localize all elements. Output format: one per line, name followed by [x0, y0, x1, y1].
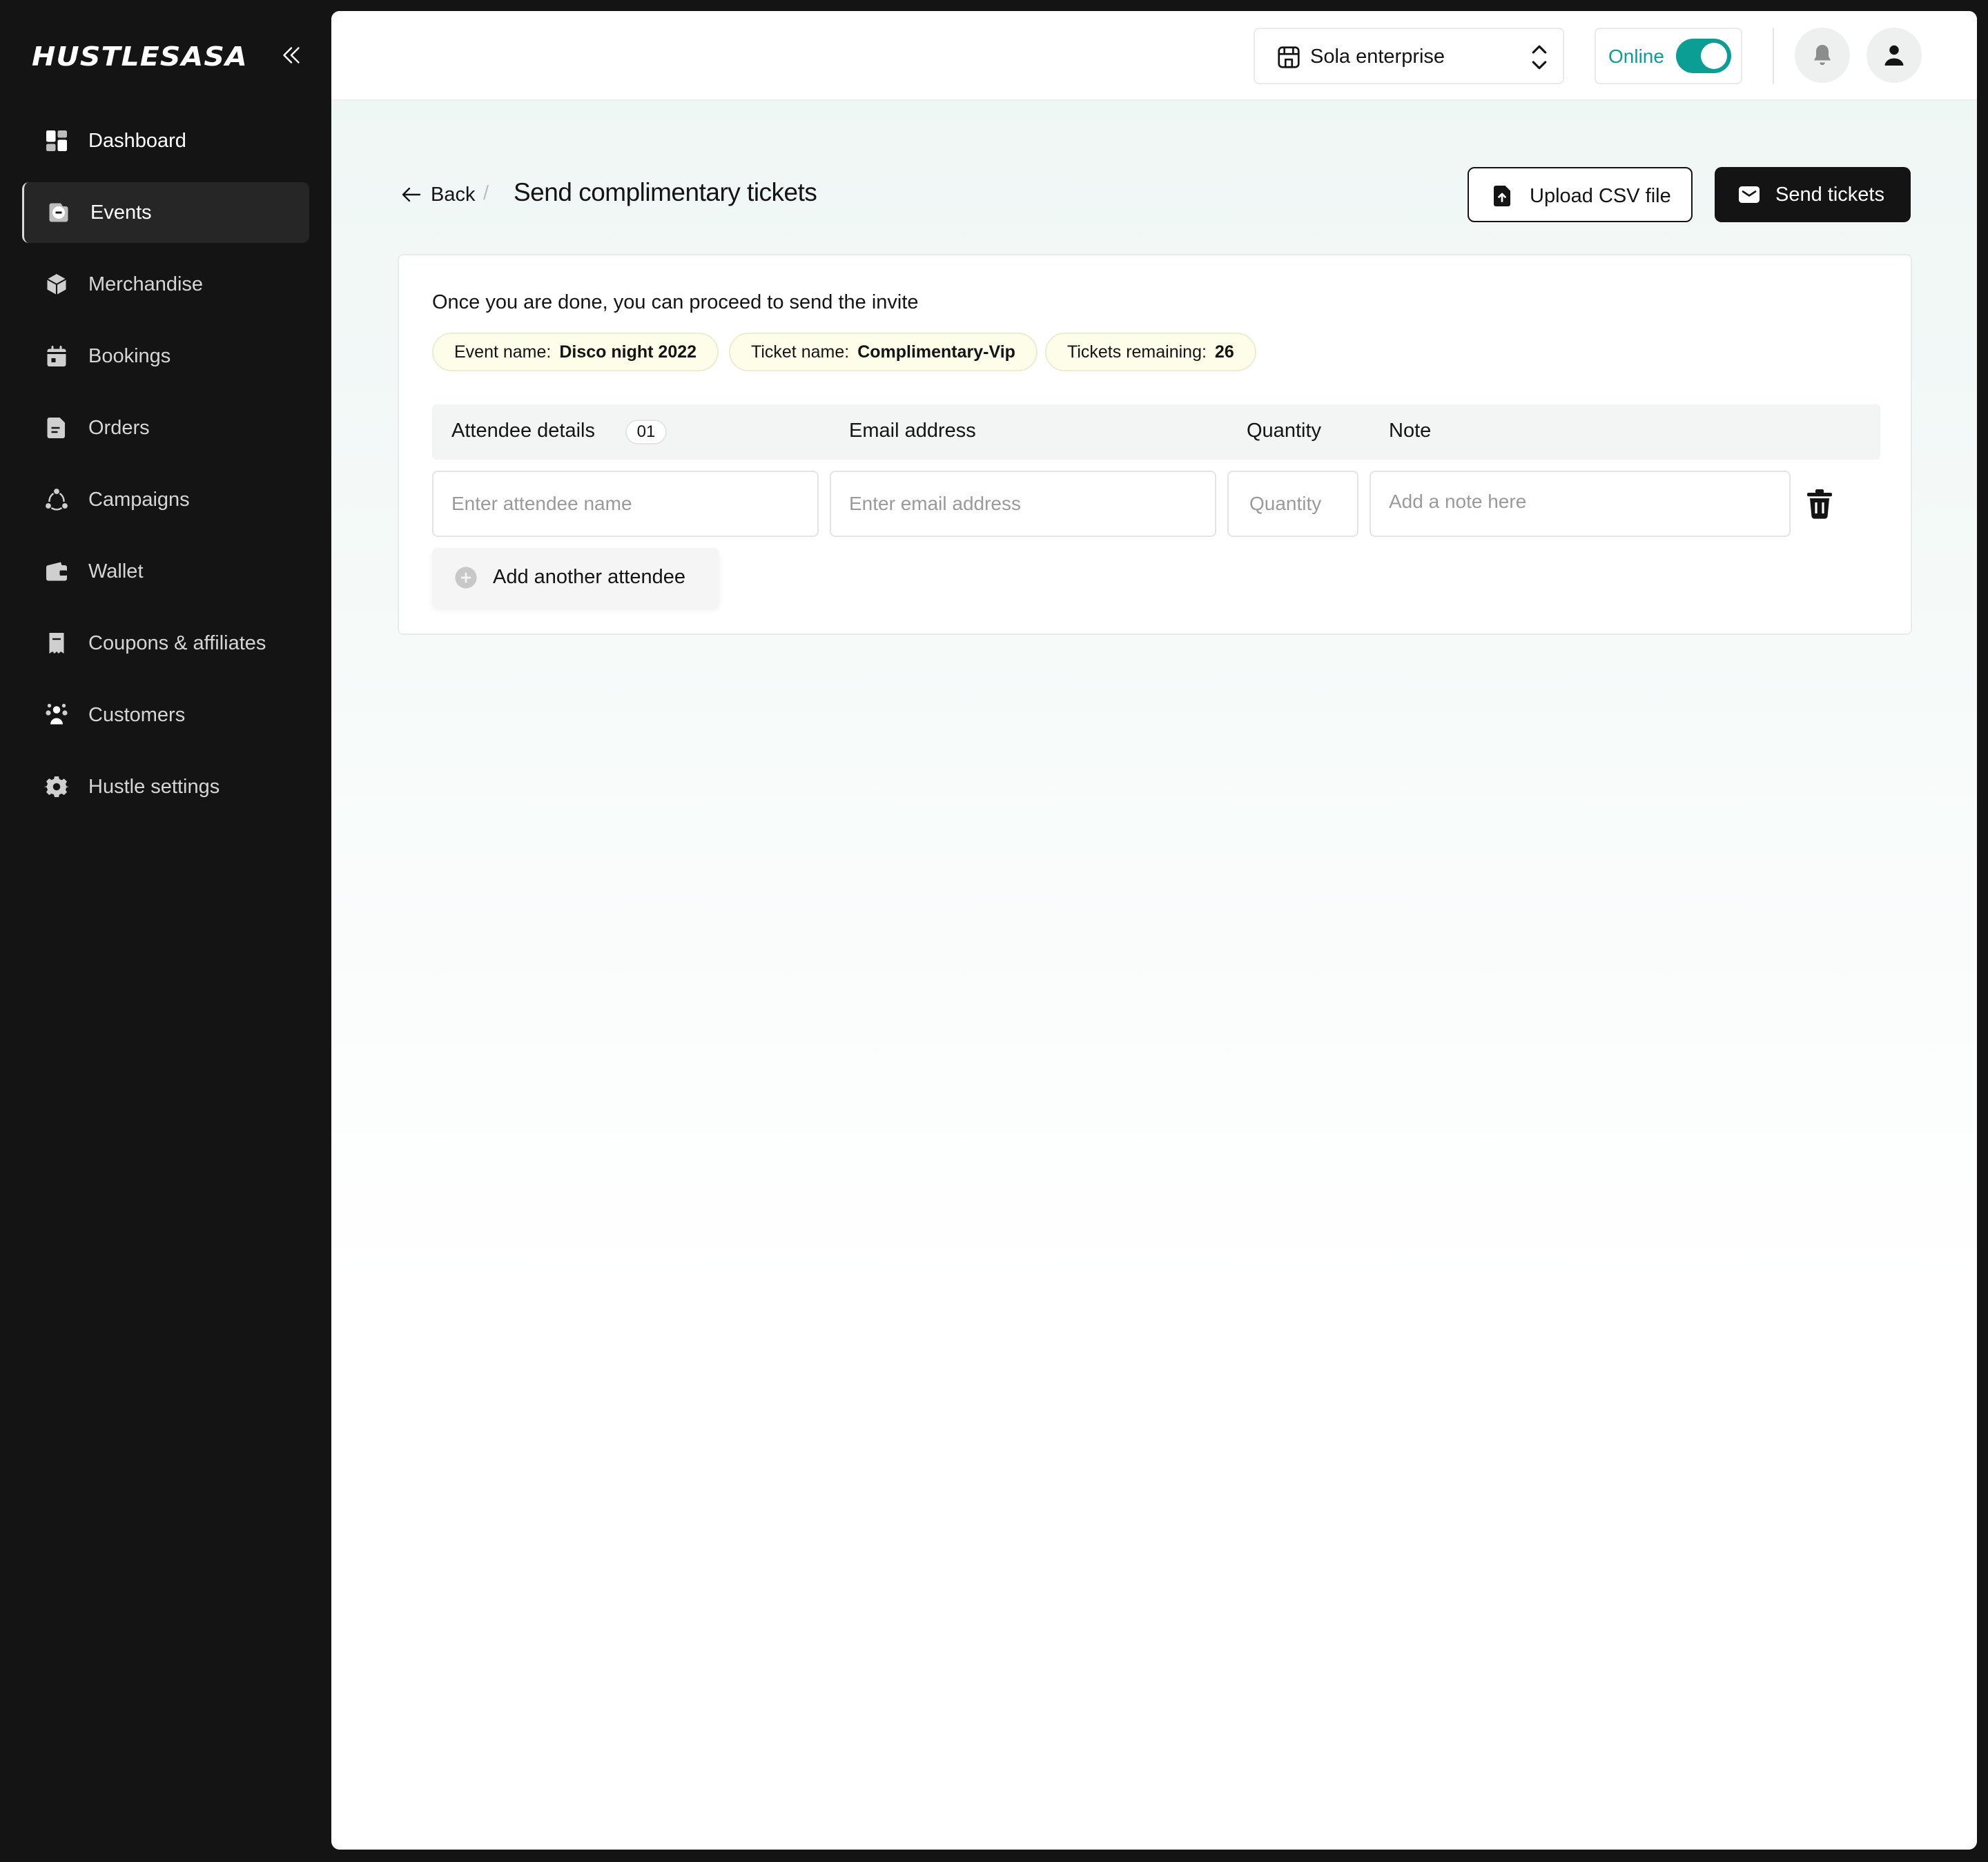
breadcrumb-separator: /	[483, 182, 489, 204]
card-intro: Once you are done, you can proceed to se…	[432, 291, 919, 313]
email-input[interactable]	[830, 471, 1216, 537]
sidebar-item-orders[interactable]: Orders	[22, 398, 309, 458]
campaigns-icon	[46, 489, 68, 511]
online-label: Online	[1608, 46, 1664, 67]
sidebar-item-label: Orders	[88, 416, 150, 439]
send-tickets-label: Send tickets	[1775, 184, 1884, 206]
sidebar-nav: Dashboard Events Merchandise Bookings Or…	[22, 110, 309, 828]
sidebar-item-label: Coupons & affiliates	[88, 631, 266, 654]
sidebar-item-label: Events	[90, 201, 152, 224]
add-attendee-button[interactable]: Add another attendee	[432, 548, 719, 607]
business-selector[interactable]: Sola enterprise	[1254, 28, 1564, 84]
sidebar-item-customers[interactable]: Customers	[22, 685, 309, 745]
store-icon	[1278, 46, 1300, 68]
send-tickets-button[interactable]: Send tickets	[1715, 167, 1911, 222]
topbar-divider	[1773, 28, 1774, 84]
sidebar-item-dashboard[interactable]: Dashboard	[22, 110, 309, 171]
sidebar-item-label: Merchandise	[88, 273, 204, 295]
logo: HUSTLESASA	[32, 41, 248, 72]
column-note: Note	[1389, 420, 1432, 442]
chip-key: Event name:	[454, 342, 552, 362]
notifications-button[interactable]	[1795, 28, 1850, 83]
settings-icon	[44, 776, 69, 797]
table-header: Attendee details 01 Email address Quanti…	[432, 404, 1880, 460]
sidebar-item-label: Dashboard	[88, 129, 186, 152]
chip-key: Tickets remaining:	[1067, 342, 1207, 362]
note-input[interactable]	[1370, 471, 1791, 537]
online-status: Online	[1595, 28, 1742, 84]
events-icon	[49, 203, 68, 222]
customers-icon	[46, 703, 68, 725]
chip-key: Ticket name:	[751, 342, 850, 362]
attendee-card: Once you are done, you can proceed to se…	[398, 254, 1912, 635]
upload-csv-label: Upload CSV file	[1530, 185, 1671, 207]
sidebar-item-label: Wallet	[88, 560, 144, 582]
chip-value: Complimentary-Vip	[857, 342, 1015, 362]
collapse-sidebar-icon[interactable]	[279, 43, 304, 68]
sidebar-item-campaigns[interactable]: Campaigns	[22, 469, 309, 530]
trash-icon[interactable]	[1803, 487, 1836, 520]
logo-row: HUSTLESASA	[32, 41, 308, 72]
column-email: Email address	[849, 420, 976, 442]
chip-value: Disco night 2022	[559, 342, 697, 362]
document-icon	[47, 418, 65, 438]
sidebar-item-events[interactable]: Events	[22, 182, 309, 243]
mail-icon	[1739, 186, 1760, 203]
ticket-name-chip: Ticket name: Complimentary-Vip	[729, 333, 1037, 371]
sidebar: HUSTLESASA Dashboard Events Merchandise	[0, 0, 331, 1862]
sidebar-item-wallet[interactable]: Wallet	[22, 541, 309, 602]
arrow-left-icon	[402, 187, 421, 202]
main-panel: Sola enterprise Online Back / Send compl…	[331, 11, 1977, 1850]
event-name-chip: Event name: Disco night 2022	[432, 333, 719, 371]
add-attendee-label: Add another attendee	[493, 566, 685, 588]
online-toggle[interactable]	[1676, 39, 1731, 73]
column-attendee: Attendee details	[451, 420, 595, 442]
chip-value: 26	[1214, 342, 1234, 362]
column-quantity: Quantity	[1247, 420, 1321, 442]
sidebar-item-label: Campaigns	[88, 488, 190, 511]
toggle-knob	[1701, 43, 1727, 69]
sidebar-item-label: Bookings	[88, 344, 171, 367]
upload-file-icon	[1494, 186, 1510, 206]
page-header: Back / Send complimentary tickets Upload…	[399, 166, 1938, 224]
box-icon	[46, 274, 67, 295]
user-icon	[1884, 45, 1904, 66]
sidebar-item-merchandise[interactable]: Merchandise	[22, 254, 309, 315]
coupon-icon	[49, 633, 64, 654]
plus-circle-icon	[455, 567, 477, 589]
wallet-icon	[46, 562, 67, 581]
attendee-count-badge: 01	[625, 420, 667, 444]
chevron-up-down-icon	[1532, 45, 1547, 70]
back-link[interactable]: Back	[399, 179, 475, 210]
quantity-input[interactable]	[1227, 471, 1358, 537]
sidebar-item-bookings[interactable]: Bookings	[22, 326, 309, 386]
topbar: Sola enterprise Online	[331, 11, 1977, 101]
bell-icon	[1814, 45, 1831, 66]
sidebar-item-label: Hustle settings	[88, 775, 220, 798]
back-label: Back	[431, 183, 476, 206]
attendee-name-input[interactable]	[432, 471, 819, 537]
sidebar-item-label: Customers	[88, 703, 186, 726]
page-title: Send complimentary tickets	[514, 178, 817, 206]
upload-csv-button[interactable]: Upload CSV file	[1468, 167, 1693, 222]
grid-icon	[46, 130, 67, 151]
tickets-remaining-chip: Tickets remaining: 26	[1045, 333, 1256, 371]
calendar-icon	[47, 346, 66, 366]
sidebar-item-coupons[interactable]: Coupons & affiliates	[22, 613, 309, 674]
profile-button[interactable]	[1867, 28, 1922, 83]
sidebar-item-settings[interactable]: Hustle settings	[22, 756, 309, 817]
business-name: Sola enterprise	[1310, 46, 1445, 68]
